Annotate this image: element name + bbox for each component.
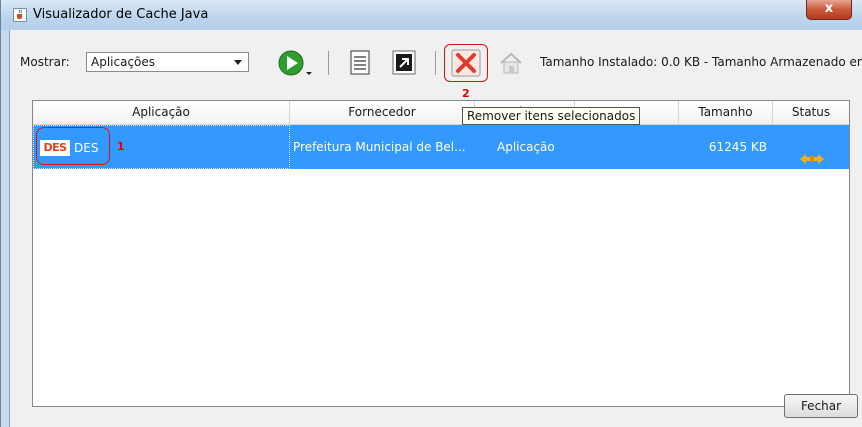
chevron-down-icon — [234, 60, 242, 65]
cell-size: 61245 KB — [708, 140, 767, 154]
cell-status — [799, 125, 839, 169]
annotation-circle-1 — [36, 127, 110, 165]
cache-table[interactable]: Aplicação Fornecedor Tipo Data Tamanho S… — [32, 100, 850, 407]
cell-type: Aplicação — [497, 140, 555, 154]
size-status-text: Tamanho Instalado: 0.0 KB - Tamanho Arma… — [540, 55, 862, 69]
toolbar-separator — [435, 51, 436, 75]
cell-vendor: Prefeitura Municipal de Bel... — [293, 140, 466, 154]
create-shortcut-button[interactable] — [392, 50, 416, 79]
show-jnlp-button[interactable] — [349, 50, 371, 79]
annotation-number-1: 1 — [117, 140, 125, 153]
show-select-value: Aplicações — [91, 55, 156, 69]
show-select[interactable]: Aplicações — [86, 52, 249, 72]
remove-tooltip: Remover itens selecionados — [462, 107, 641, 125]
title-bar[interactable]: Visualizador de Cache Java x — [1, 0, 862, 30]
window-title: Visualizador de Cache Java — [33, 7, 209, 22]
toolbar-separator — [328, 51, 329, 75]
table-row[interactable]: DES DES Prefeitura Municipal de Bel... A… — [33, 125, 849, 169]
client-area: Mostrar: Aplicações 2 Tamanho Instalado:… — [9, 30, 862, 427]
home-icon[interactable] — [498, 51, 524, 78]
run-button[interactable] — [278, 50, 314, 81]
column-header-vendor[interactable]: Fornecedor — [290, 101, 475, 124]
column-header-status[interactable]: Status — [773, 101, 849, 124]
annotation-number-2: 2 — [462, 87, 470, 100]
java-network-icon — [799, 140, 825, 169]
show-label: Mostrar: — [20, 55, 70, 69]
column-header-size[interactable]: Tamanho — [679, 101, 773, 124]
toolbar: Mostrar: Aplicações 2 Tamanho Instalado:… — [10, 30, 862, 100]
java-cup-icon — [13, 8, 27, 22]
window-close-button[interactable]: x — [806, 0, 852, 20]
table-header: Aplicação Fornecedor Tipo Data Tamanho S… — [33, 101, 849, 125]
annotation-circle-2 — [444, 44, 488, 82]
cache-viewer-window: Visualizador de Cache Java x Mostrar: Ap… — [0, 0, 862, 427]
column-header-application[interactable]: Aplicação — [33, 101, 290, 124]
close-button[interactable]: Fechar — [784, 394, 858, 418]
